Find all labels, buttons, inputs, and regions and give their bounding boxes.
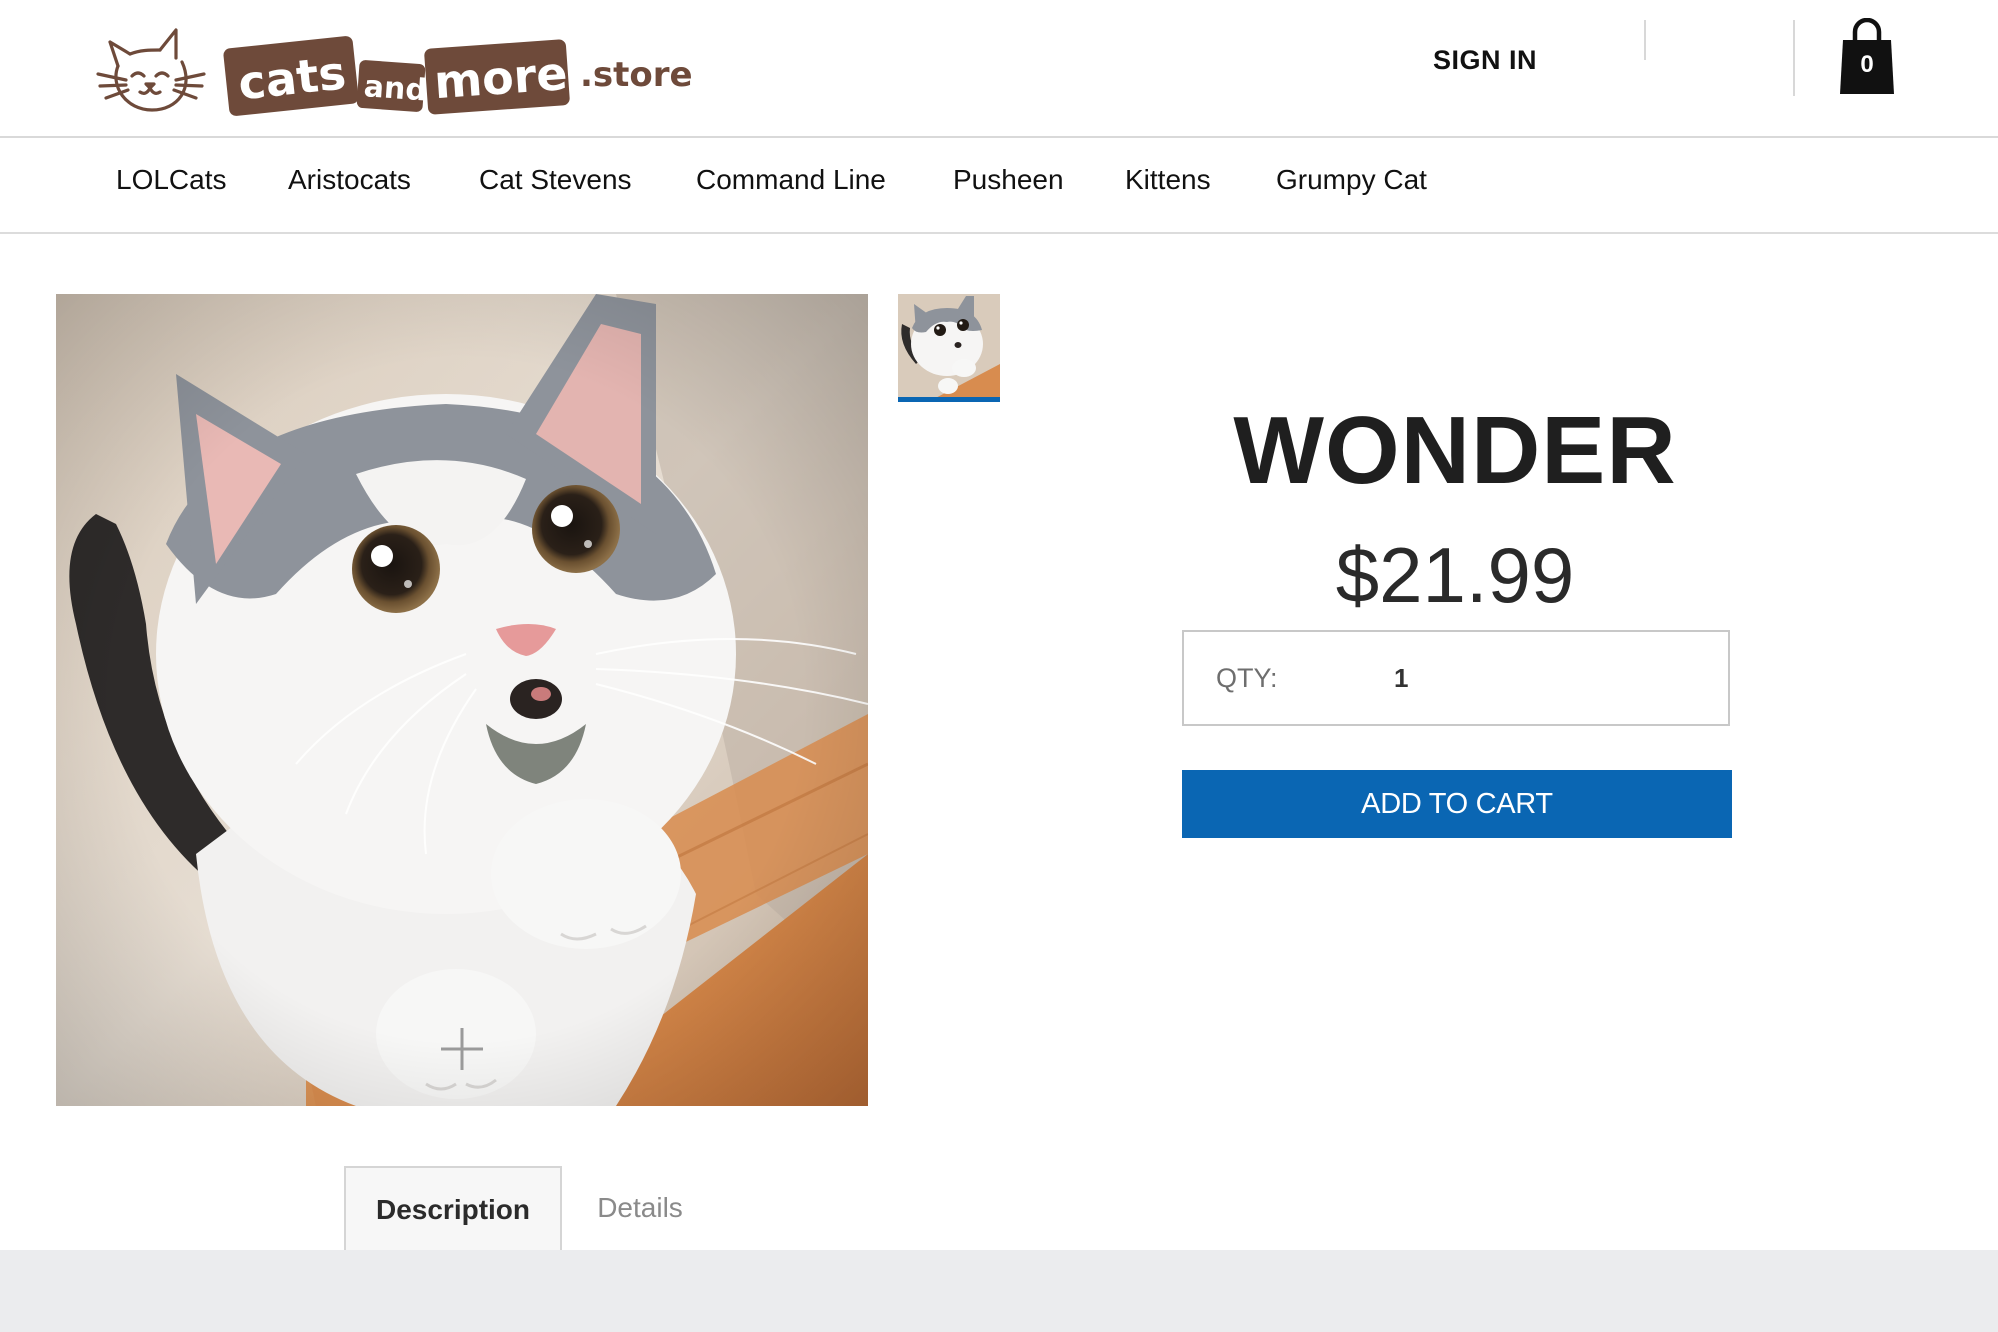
product-main-image[interactable] bbox=[56, 294, 868, 1106]
quantity-input[interactable] bbox=[1394, 654, 1694, 702]
svg-text:cats: cats bbox=[236, 45, 349, 110]
sign-in-link[interactable]: SIGN IN bbox=[1410, 40, 1560, 80]
nav-item-cat-stevens[interactable]: Cat Stevens bbox=[479, 160, 632, 200]
thumbnail-selected-indicator bbox=[898, 397, 1000, 402]
cart-button[interactable]: 0 bbox=[1838, 17, 1896, 96]
nav-item-pusheen[interactable]: Pusheen bbox=[953, 160, 1064, 200]
nav-item-kittens[interactable]: Kittens bbox=[1125, 160, 1211, 200]
quantity-label: QTY: bbox=[1216, 663, 1278, 693]
kitten-thumbnail bbox=[898, 294, 1000, 402]
header-divider bbox=[1644, 20, 1646, 60]
svg-text:.store: .store bbox=[580, 55, 693, 95]
tab-details[interactable]: Details bbox=[584, 1166, 696, 1250]
nav-item-command-line[interactable]: Command Line bbox=[696, 160, 886, 200]
nav-item-aristocats[interactable]: Aristocats bbox=[288, 160, 411, 200]
nav-item-grumpy-cat[interactable]: Grumpy Cat bbox=[1276, 160, 1427, 200]
tab-description[interactable]: Description bbox=[344, 1166, 562, 1250]
add-to-cart-button[interactable]: ADD TO CART bbox=[1182, 770, 1732, 838]
nav-item-lolcats[interactable]: LOLCats bbox=[116, 160, 227, 200]
kitten-photo bbox=[56, 294, 868, 1106]
product-price: $21.99 bbox=[1335, 531, 1575, 619]
product-title: WONDER bbox=[1233, 397, 1677, 504]
tab-content-area bbox=[0, 1250, 1998, 1332]
site-logo[interactable]: cats and more .store bbox=[96, 22, 696, 122]
site-header: cats and more .store SIGN IN 0 bbox=[0, 0, 1998, 138]
quantity-field: QTY: bbox=[1182, 630, 1730, 726]
svg-text:more: more bbox=[432, 46, 569, 109]
product-thumbnail[interactable] bbox=[898, 294, 1000, 402]
cart-count: 0 bbox=[1860, 51, 1874, 78]
header-divider bbox=[1793, 20, 1795, 96]
page: cats and more .store SIGN IN 0 LOLCats A… bbox=[0, 0, 1998, 1332]
svg-text:and: and bbox=[363, 69, 428, 108]
cat-face-icon: cats and more .store bbox=[96, 28, 693, 116]
category-nav: LOLCats Aristocats Cat Stevens Command L… bbox=[0, 138, 1998, 234]
